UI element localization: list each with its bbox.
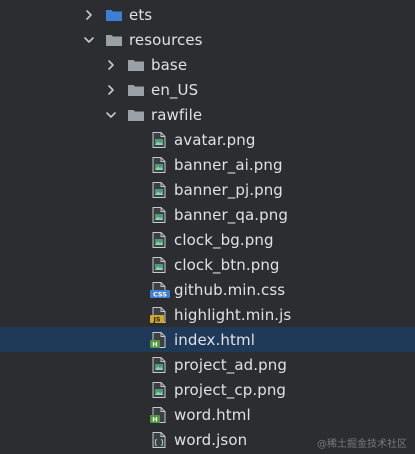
image-file-icon — [150, 356, 168, 374]
folder-icon — [127, 83, 145, 97]
image-file-icon — [150, 381, 168, 399]
tree-file-clock-bg[interactable]: clock_bg.png — [0, 227, 415, 252]
image-file-icon — [150, 231, 168, 249]
folder-icon — [127, 108, 145, 122]
folder-icon — [105, 33, 123, 47]
tree-file-clock-btn[interactable]: clock_btn.png — [0, 252, 415, 277]
tree-item-label: banner_pj.png — [174, 180, 283, 199]
tree-item-label: index.html — [174, 330, 255, 349]
chevron-down-icon[interactable] — [104, 108, 118, 122]
tree-file-banner-pj[interactable]: banner_pj.png — [0, 177, 415, 202]
html-file-icon: H — [150, 331, 168, 349]
css-file-icon: CSS — [150, 281, 170, 299]
html-file-icon: H — [150, 406, 168, 424]
json-file-icon — [150, 431, 168, 449]
tree-item-label: project_ad.png — [174, 355, 287, 374]
tree-folder-resources[interactable]: resources — [0, 27, 415, 52]
tree-file-project-ad[interactable]: project_ad.png — [0, 352, 415, 377]
tree-file-banner-qa[interactable]: banner_qa.png — [0, 202, 415, 227]
project-tree: ets resources base en_US rawfile avatar.… — [0, 0, 415, 454]
tree-item-label: avatar.png — [174, 130, 256, 149]
chevron-right-icon[interactable] — [104, 58, 118, 72]
tree-folder-base[interactable]: base — [0, 52, 415, 77]
tree-folder-rawfile[interactable]: rawfile — [0, 102, 415, 127]
tree-item-label: ets — [129, 5, 153, 24]
css-badge: CSS — [153, 290, 167, 298]
tree-file-highlight-js[interactable]: JS highlight.min.js — [0, 302, 415, 327]
tree-item-label: clock_btn.png — [174, 255, 280, 274]
chevron-down-icon[interactable] — [82, 33, 96, 47]
folder-icon — [105, 8, 123, 22]
js-file-icon: JS — [150, 306, 168, 324]
tree-item-label: banner_ai.png — [174, 155, 283, 174]
tree-file-index-html[interactable]: H index.html — [0, 327, 415, 352]
tree-item-label: word.html — [174, 405, 251, 424]
image-file-icon — [150, 131, 168, 149]
tree-file-project-cp[interactable]: project_cp.png — [0, 377, 415, 402]
tree-item-label: base — [151, 55, 188, 74]
tree-folder-en-us[interactable]: en_US — [0, 77, 415, 102]
chevron-right-icon[interactable] — [82, 8, 96, 22]
tree-file-avatar[interactable]: avatar.png — [0, 127, 415, 152]
tree-item-label: rawfile — [151, 105, 203, 124]
tree-item-label: clock_bg.png — [174, 230, 274, 249]
tree-file-word-html[interactable]: H word.html — [0, 402, 415, 427]
tree-item-label: project_cp.png — [174, 380, 287, 399]
html-badge: H — [152, 340, 157, 348]
image-file-icon — [150, 156, 168, 174]
image-file-icon — [150, 256, 168, 274]
html-badge: H — [152, 415, 157, 423]
tree-file-github-css[interactable]: CSS github.min.css — [0, 277, 415, 302]
tree-item-label: resources — [129, 30, 203, 49]
tree-item-label: word.json — [174, 430, 248, 449]
folder-icon — [127, 58, 145, 72]
tree-item-label: banner_qa.png — [174, 205, 288, 224]
tree-item-label: highlight.min.js — [174, 305, 292, 324]
image-file-icon — [150, 181, 168, 199]
tree-item-label: en_US — [151, 80, 199, 99]
watermark: @稀土掘金技术社区 — [317, 439, 407, 450]
chevron-right-icon[interactable] — [104, 83, 118, 97]
js-badge: JS — [152, 315, 160, 323]
image-file-icon — [150, 206, 168, 224]
tree-folder-ets[interactable]: ets — [0, 2, 415, 27]
tree-file-banner-ai[interactable]: banner_ai.png — [0, 152, 415, 177]
tree-item-label: github.min.css — [174, 280, 286, 299]
